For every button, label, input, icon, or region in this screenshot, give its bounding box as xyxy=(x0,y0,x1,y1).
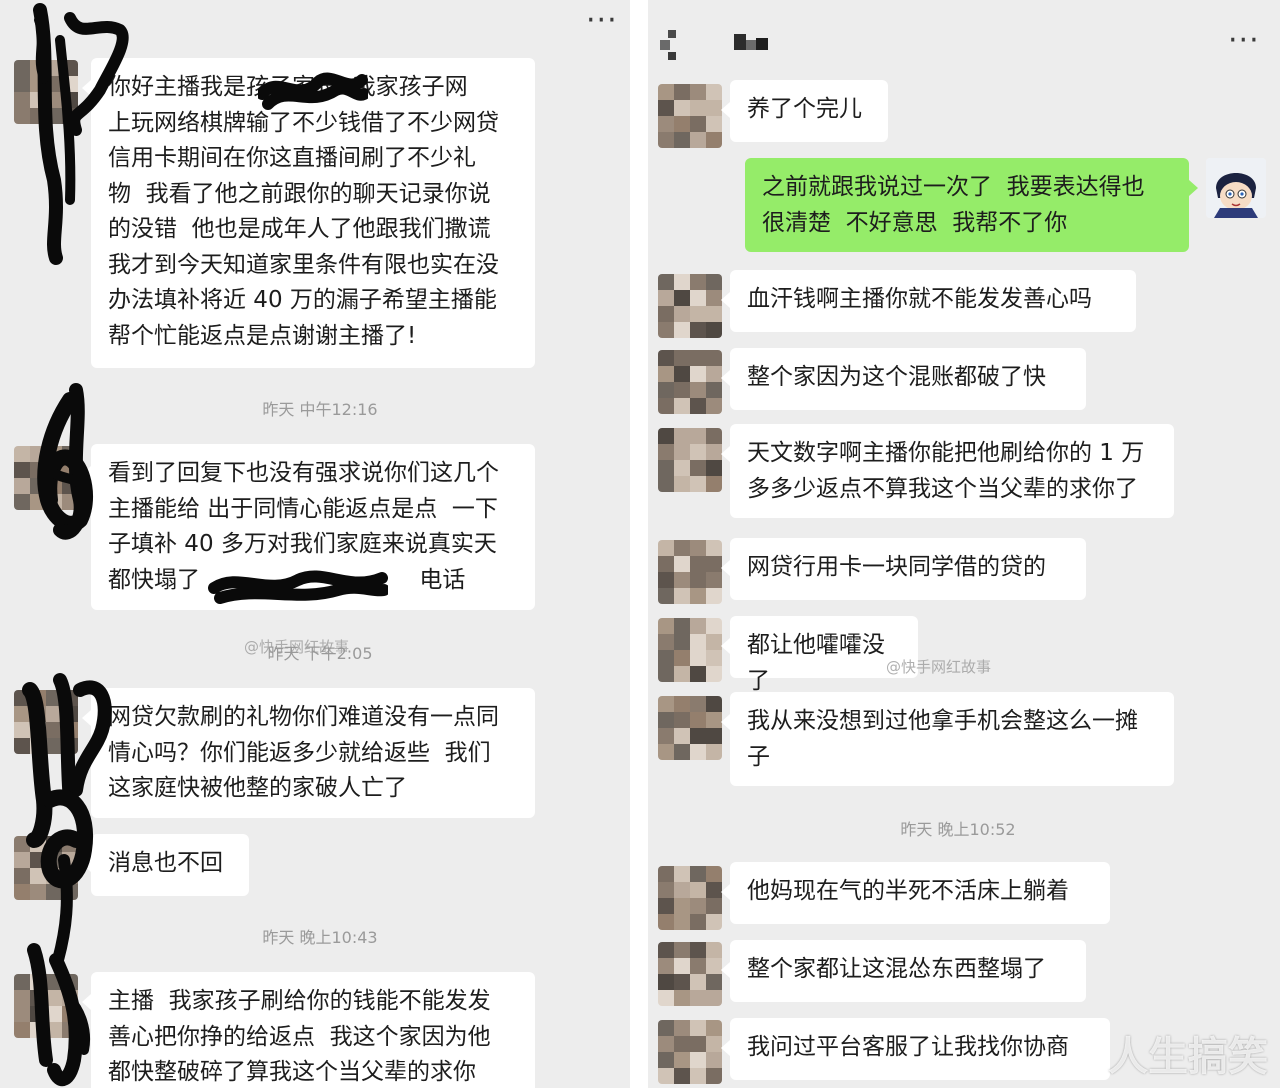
more-options-button[interactable]: ··· xyxy=(586,6,618,36)
sent-message-bubble[interactable]: 之前就跟我说过一次了 我要表达得也 很清楚 不好意思 我帮不了你 xyxy=(745,158,1198,252)
sender-avatar[interactable] xyxy=(658,696,722,760)
sender-avatar[interactable] xyxy=(658,274,722,338)
timestamp: 昨天 晚上10:52 xyxy=(900,820,1016,839)
sender-avatar[interactable] xyxy=(658,942,722,1006)
timestamp: 昨天 晚上10:43 xyxy=(262,928,378,947)
sender-avatar[interactable] xyxy=(658,866,722,930)
watermark-text: @快手网红故事 xyxy=(886,658,992,676)
message-bubble[interactable]: 我从来没想到过他拿手机会整这么一摊 子 xyxy=(721,692,1174,786)
own-avatar[interactable] xyxy=(1206,158,1266,218)
sender-avatar[interactable] xyxy=(658,618,722,682)
message-bubble[interactable]: 我问过平台客服了让我找你协商 xyxy=(721,1018,1110,1080)
message-bubble[interactable]: 血汗钱啊主播你就不能发发善心吗 xyxy=(721,270,1136,332)
left-chat-panel: ··· 你好主播我是孩子家长 我家孩子网 上玩网络棋牌输了不少钱借了不少网贷 信… xyxy=(0,0,630,1088)
watermark-text: @快手网红故事 xyxy=(244,638,350,656)
sender-avatar[interactable] xyxy=(658,84,722,148)
message-bubble[interactable]: 整个家都让这混怂东西整塌了 xyxy=(721,940,1086,1002)
sender-avatar[interactable] xyxy=(658,540,722,604)
message-bubble[interactable]: 网贷行用卡一块同学借的贷的 xyxy=(721,538,1086,600)
message-bubble[interactable]: 整个家因为这个混账都破了快 xyxy=(721,348,1086,410)
redaction-scribble xyxy=(22,3,129,1086)
more-options-button[interactable]: ··· xyxy=(1228,26,1260,56)
contact-name-pixelated xyxy=(734,34,768,50)
sender-avatar[interactable] xyxy=(658,428,722,492)
message-bubble[interactable]: 养了个完儿 xyxy=(721,80,888,142)
message-bubble[interactable]: 网贷欠款刷的礼物你们难道没有一点同 情心吗？你们能返多少就给返些 我们 这家庭快… xyxy=(82,688,535,818)
sender-avatar[interactable] xyxy=(658,1020,722,1084)
timestamp: 昨天 中午12:16 xyxy=(262,400,378,419)
right-chat-panel: ··· 养了个完儿 之前就跟我说过一次了 我要表达得也 很清楚 不好意思 我帮不… xyxy=(648,0,1280,1088)
message-bubble[interactable]: 他妈现在气的半死不活床上躺着 xyxy=(721,862,1110,924)
redaction-scribble xyxy=(258,72,368,110)
message-bubble[interactable]: 主播 我家孩子刷给你的钱能不能发发 善心把你挣的给返点 我这个家因为他 都快整破… xyxy=(82,972,535,1088)
back-icon[interactable] xyxy=(660,30,680,62)
watermark-overlay: 人生搞笑 xyxy=(1108,1034,1268,1080)
message-bubble[interactable]: 天文数字啊主播你能把他刷给你的 1 万 多多少返点不算我这个当父辈的求你了 xyxy=(721,424,1174,518)
sender-avatar[interactable] xyxy=(658,350,722,414)
redaction-scribble xyxy=(208,570,388,604)
